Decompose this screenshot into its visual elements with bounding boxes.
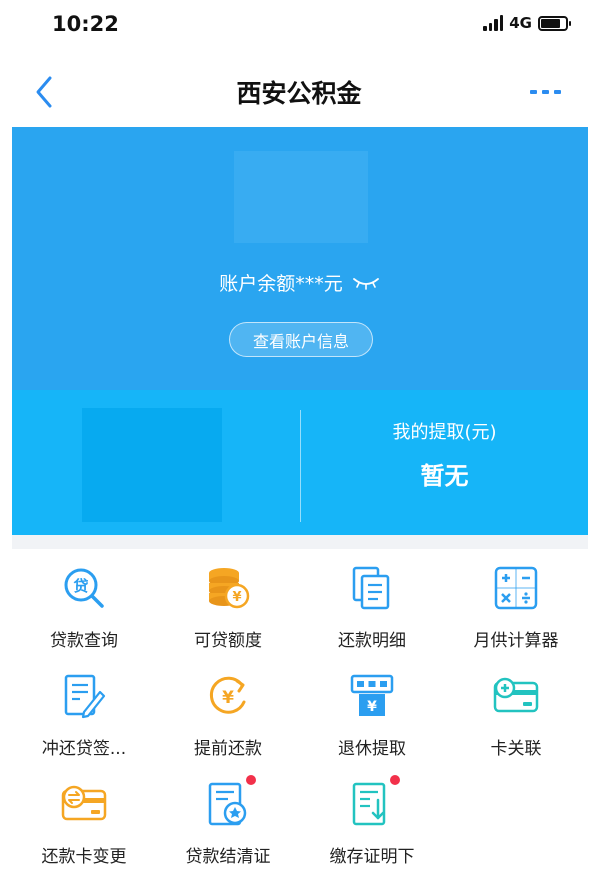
loan-search-icon: 贷	[64, 568, 104, 608]
svg-text:¥: ¥	[367, 699, 377, 715]
service-label: 还款明细	[338, 631, 406, 651]
service-label: 贷款结清证	[185, 847, 271, 867]
signal-icon	[483, 15, 504, 31]
service-repay-detail[interactable]: 还款明细	[300, 558, 444, 658]
service-label: 缴存证明下	[329, 847, 415, 867]
sign-document-icon	[64, 674, 106, 719]
service-early-repay[interactable]: ¥ 提前还款	[156, 666, 300, 766]
early-repay-icon: ¥	[209, 676, 246, 714]
card-link-icon	[493, 677, 539, 713]
service-offset-repay-sign[interactable]: 冲还贷签...	[12, 666, 156, 766]
withdraw-label: 我的提取(元)	[392, 422, 497, 443]
service-label: 还款卡变更	[41, 847, 127, 867]
documents-icon	[352, 566, 390, 610]
more-button[interactable]	[528, 82, 564, 102]
service-label: 提前还款	[194, 739, 262, 759]
service-loan-settlement-cert[interactable]: 贷款结清证	[156, 774, 300, 869]
service-loan-limit[interactable]: ¥ 可贷额度	[156, 558, 300, 658]
service-loan-query[interactable]: 贷 贷款查询	[12, 558, 156, 658]
service-card-link[interactable]: 卡关联	[444, 666, 588, 766]
certificate-icon	[208, 782, 247, 826]
summary-placeholder-image	[82, 408, 222, 522]
service-label: 退休提取	[338, 739, 406, 759]
service-row: 贷 贷款查询 ¥ 可贷额度 还款明细 月供计算器	[12, 558, 588, 658]
service-label: 可贷额度	[194, 631, 262, 651]
download-doc-icon	[352, 782, 386, 826]
my-withdrawal[interactable]: 我的提取(元) 暂无	[301, 390, 588, 535]
status-indicators: 4G	[483, 14, 571, 32]
service-retirement-withdrawal[interactable]: ¥ 退休提取	[300, 666, 444, 766]
service-row: 冲还贷签... ¥ 提前还款 ¥ 退休提取 卡关联	[12, 666, 588, 766]
status-time: 10:22	[52, 12, 119, 36]
service-label: 冲还贷签...	[41, 739, 127, 759]
calculator-icon	[494, 566, 538, 610]
more-dots-icon	[530, 90, 561, 94]
svg-text:¥: ¥	[232, 590, 241, 605]
status-bar: 10:22 4G	[0, 0, 598, 52]
service-label: 贷款查询	[50, 631, 118, 651]
atm-icon: ¥	[350, 674, 394, 716]
card-change-icon	[61, 785, 107, 821]
service-label: 月供计算器	[473, 631, 559, 651]
nav-bar: 西安公积金	[0, 58, 598, 124]
service-label: 卡关联	[490, 739, 542, 759]
svg-text:贷: 贷	[73, 577, 88, 595]
network-type: 4G	[509, 14, 532, 32]
section-separator	[12, 535, 588, 549]
page-title: 西安公积金	[236, 79, 362, 108]
service-monthly-calculator[interactable]: 月供计算器	[444, 558, 588, 658]
notification-dot	[246, 775, 256, 785]
account-hero-card: 账户余额***元 查看账户信息	[12, 127, 588, 390]
svg-text:¥: ¥	[222, 688, 234, 708]
eye-closed-icon[interactable]	[351, 275, 381, 291]
hero-placeholder-image	[234, 151, 368, 243]
service-row: 还款卡变更 贷款结清证 缴存证明下	[12, 774, 588, 869]
coin-stack-icon: ¥	[209, 568, 250, 609]
balance-text: 账户余额***元	[219, 273, 343, 295]
summary-panel: 我的提取(元) 暂无	[12, 390, 588, 535]
service-deposit-proof-download[interactable]: 缴存证明下	[300, 774, 444, 869]
battery-icon	[538, 15, 571, 31]
withdraw-value: 暂无	[420, 462, 469, 490]
service-repay-card-change[interactable]: 还款卡变更	[12, 774, 156, 869]
balance-row: 账户余额***元	[12, 269, 588, 296]
view-account-info-button[interactable]: 查看账户信息	[229, 322, 373, 357]
notification-dot	[390, 775, 400, 785]
